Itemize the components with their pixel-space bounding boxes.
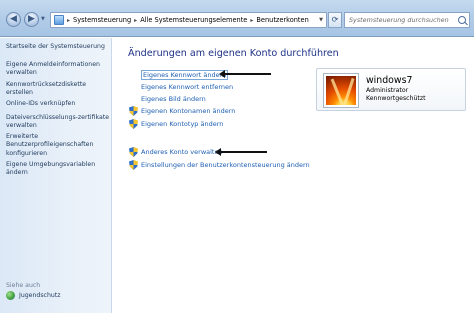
main-content: Änderungen am eigenen Konto durchführen … bbox=[113, 38, 474, 313]
task-change-account-type[interactable]: Eigenen Kontotyp ändern bbox=[129, 119, 223, 129]
task-label: Eigenes Kennwort ändern bbox=[141, 70, 229, 80]
refresh-button[interactable]: ⟳ bbox=[328, 12, 342, 28]
address-bar[interactable]: ▸ Systemsteuerung ▸ Alle Systemsteuerung… bbox=[50, 12, 327, 28]
navigation-bar: ◀ ▶ ▼ ▸ Systemsteuerung ▸ Alle Systemste… bbox=[0, 0, 474, 37]
uac-shield-icon bbox=[129, 119, 138, 129]
task-pane: Startseite der Systemsteuerung Eigene An… bbox=[0, 38, 112, 313]
jugendschutz-label: Jugendschutz bbox=[19, 292, 61, 299]
sidebar-item-umgebungsvariablen[interactable]: Eigene Umgebungsvariablen ändern bbox=[6, 161, 110, 178]
parental-controls-icon bbox=[6, 291, 15, 300]
account-role: Administrator bbox=[366, 87, 409, 94]
chevron-right-icon[interactable]: ▸ bbox=[134, 17, 137, 24]
refresh-icon: ⟳ bbox=[331, 15, 339, 24]
task-change-account-name[interactable]: Eigenen Kontonamen ändern bbox=[129, 106, 235, 116]
breadcrumb-alle-elemente[interactable]: Alle Systemsteuerungselemente bbox=[140, 16, 247, 24]
search-input[interactable]: Systemsteuerung durchsuchen bbox=[344, 12, 470, 28]
uac-shield-icon bbox=[129, 160, 138, 170]
task-uac-settings[interactable]: Einstellungen der Benutzerkontensteuerun… bbox=[129, 160, 310, 170]
task-label: Einstellungen der Benutzerkontensteuerun… bbox=[141, 161, 310, 169]
sidebar-item-dateiverschluesselung[interactable]: Dateiverschlüsselungs-zertifikate verwal… bbox=[6, 114, 110, 131]
chevron-right-icon[interactable]: ▸ bbox=[67, 17, 70, 24]
task-manage-other-account[interactable]: Anderes Konto verwalten bbox=[129, 147, 223, 157]
account-card: windows7 Administrator Kennwortgeschützt bbox=[316, 68, 466, 111]
account-name: windows7 bbox=[366, 75, 413, 86]
search-placeholder: Systemsteuerung durchsuchen bbox=[349, 16, 449, 24]
task-remove-password[interactable]: Eigenes Kennwort entfernen bbox=[141, 83, 233, 91]
annotation-arrow-left-icon bbox=[219, 70, 271, 78]
task-label: Eigenes Kennwort entfernen bbox=[141, 83, 234, 91]
task-label: Eigenen Kontonamen ändern bbox=[141, 107, 236, 115]
chevron-right-icon[interactable]: ▸ bbox=[250, 17, 253, 24]
sidebar-item-kennwortruecksetzdiskette[interactable]: Kennwortrücksetzdiskette erstellen bbox=[6, 81, 110, 98]
task-label: Eigenen Kontotyp ändern bbox=[141, 120, 224, 128]
recent-pages-chevron-icon[interactable]: ▼ bbox=[41, 16, 47, 22]
sidebar-item-startseite[interactable]: Startseite der Systemsteuerung bbox=[6, 43, 110, 51]
task-change-password[interactable]: Eigenes Kennwort ändern bbox=[141, 70, 229, 80]
uac-shield-icon bbox=[129, 147, 138, 157]
task-label: Anderes Konto verwalten bbox=[141, 148, 223, 156]
uac-shield-icon bbox=[129, 106, 138, 116]
task-label: Eigenes Bild ändern bbox=[141, 95, 206, 103]
breadcrumb-benutzerkonten[interactable]: Benutzerkonten bbox=[256, 16, 308, 24]
control-panel-icon bbox=[54, 15, 64, 25]
sidebar-item-online-ids[interactable]: Online-IDs verknüpfen bbox=[6, 100, 110, 108]
sidebar-item-jugendschutz[interactable]: Jugendschutz bbox=[6, 291, 60, 300]
back-button[interactable]: ◀ bbox=[6, 12, 21, 27]
address-dropdown-icon[interactable]: ▼ bbox=[316, 17, 326, 23]
search-icon[interactable] bbox=[458, 16, 466, 24]
user-avatar[interactable] bbox=[323, 73, 359, 108]
see-also-heading: Siehe auch bbox=[6, 282, 41, 289]
account-password-status: Kennwortgeschützt bbox=[366, 95, 426, 102]
sidebar-item-anmeldeinformationen[interactable]: Eigene Anmeldeinformationen verwalten bbox=[6, 61, 110, 78]
sidebar-item-benutzerprofileigenschaften[interactable]: Erweiterte Benutzerprofileigenschaften k… bbox=[6, 133, 110, 158]
task-change-picture[interactable]: Eigenes Bild ändern bbox=[141, 95, 206, 103]
breadcrumb-systemsteuerung[interactable]: Systemsteuerung bbox=[73, 16, 131, 24]
page-title: Änderungen am eigenen Konto durchführen bbox=[128, 48, 339, 59]
forward-button[interactable]: ▶ bbox=[24, 12, 39, 27]
annotation-arrow-left-icon bbox=[215, 148, 267, 156]
